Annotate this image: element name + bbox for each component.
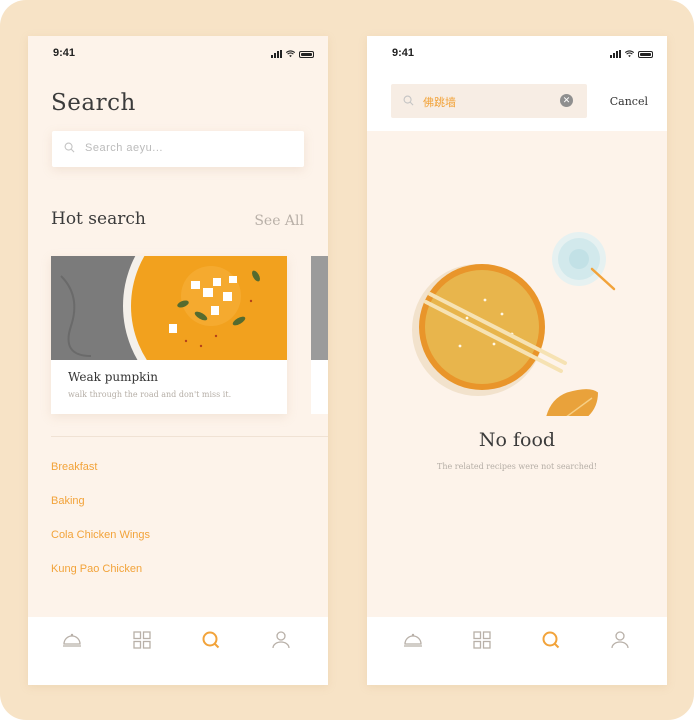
profile-icon[interactable]	[270, 629, 292, 651]
signal-icon	[271, 50, 282, 58]
category-link[interactable]: Cola Chicken Wings	[51, 529, 150, 541]
cancel-button[interactable]: Cancel	[610, 95, 648, 108]
search-value: 佛跳墙	[423, 97, 456, 109]
wifi-icon	[625, 50, 634, 58]
battery-icon	[299, 51, 314, 58]
divider	[51, 436, 328, 437]
status-time: 9:41	[392, 47, 415, 59]
category-link[interactable]: Kung Pao Chicken	[51, 563, 142, 575]
home-icon[interactable]	[402, 629, 424, 651]
recipe-description: walk through the road and don't miss it.	[68, 390, 232, 399]
search-icon[interactable]	[200, 629, 222, 651]
recipe-image-partial	[311, 256, 328, 360]
search-icon	[64, 142, 75, 153]
grid-icon[interactable]	[131, 629, 153, 651]
pumpkin-soup-image	[51, 256, 287, 360]
battery-icon	[638, 51, 653, 58]
search-icon	[403, 95, 414, 106]
search-input[interactable]: 佛跳墙 ✕	[391, 84, 587, 118]
category-link[interactable]: Baking	[51, 495, 85, 507]
empty-state-title: No food	[478, 429, 556, 451]
empty-state-subtitle: The related recipes were not searched!	[437, 462, 597, 471]
page-title: Search	[51, 90, 136, 116]
recipe-card-partial[interactable]	[311, 256, 328, 414]
wifi-icon	[286, 50, 295, 58]
signal-icon	[610, 50, 621, 58]
no-results-screen: 9:41 佛跳墙 ✕ Cancel No food The related re…	[367, 36, 667, 685]
recipe-card[interactable]: Weak pumpkin walk through the road and d…	[51, 256, 287, 414]
grid-icon[interactable]	[471, 629, 493, 651]
tab-bar	[367, 617, 667, 685]
status-bar: 9:41	[28, 36, 328, 66]
category-link[interactable]: Breakfast	[51, 461, 97, 473]
hot-search-heading: Hot search	[51, 209, 146, 229]
status-time: 9:41	[53, 47, 76, 59]
status-icons	[271, 49, 314, 58]
search-screen: 9:41 Search Search aeyu... Hot search Se…	[28, 36, 328, 685]
empty-bowl-illustration	[412, 232, 616, 416]
tab-bar	[28, 617, 328, 685]
recipe-name: Weak pumpkin	[68, 370, 159, 384]
search-placeholder: Search aeyu...	[85, 142, 163, 154]
search-input[interactable]: Search aeyu...	[52, 131, 304, 167]
status-icons	[610, 49, 653, 58]
search-icon[interactable]	[540, 629, 562, 651]
clear-icon[interactable]: ✕	[560, 94, 573, 107]
see-all-link[interactable]: See All	[254, 213, 304, 229]
profile-icon[interactable]	[609, 629, 631, 651]
status-bar: 9:41	[367, 36, 667, 66]
home-icon[interactable]	[61, 629, 83, 651]
